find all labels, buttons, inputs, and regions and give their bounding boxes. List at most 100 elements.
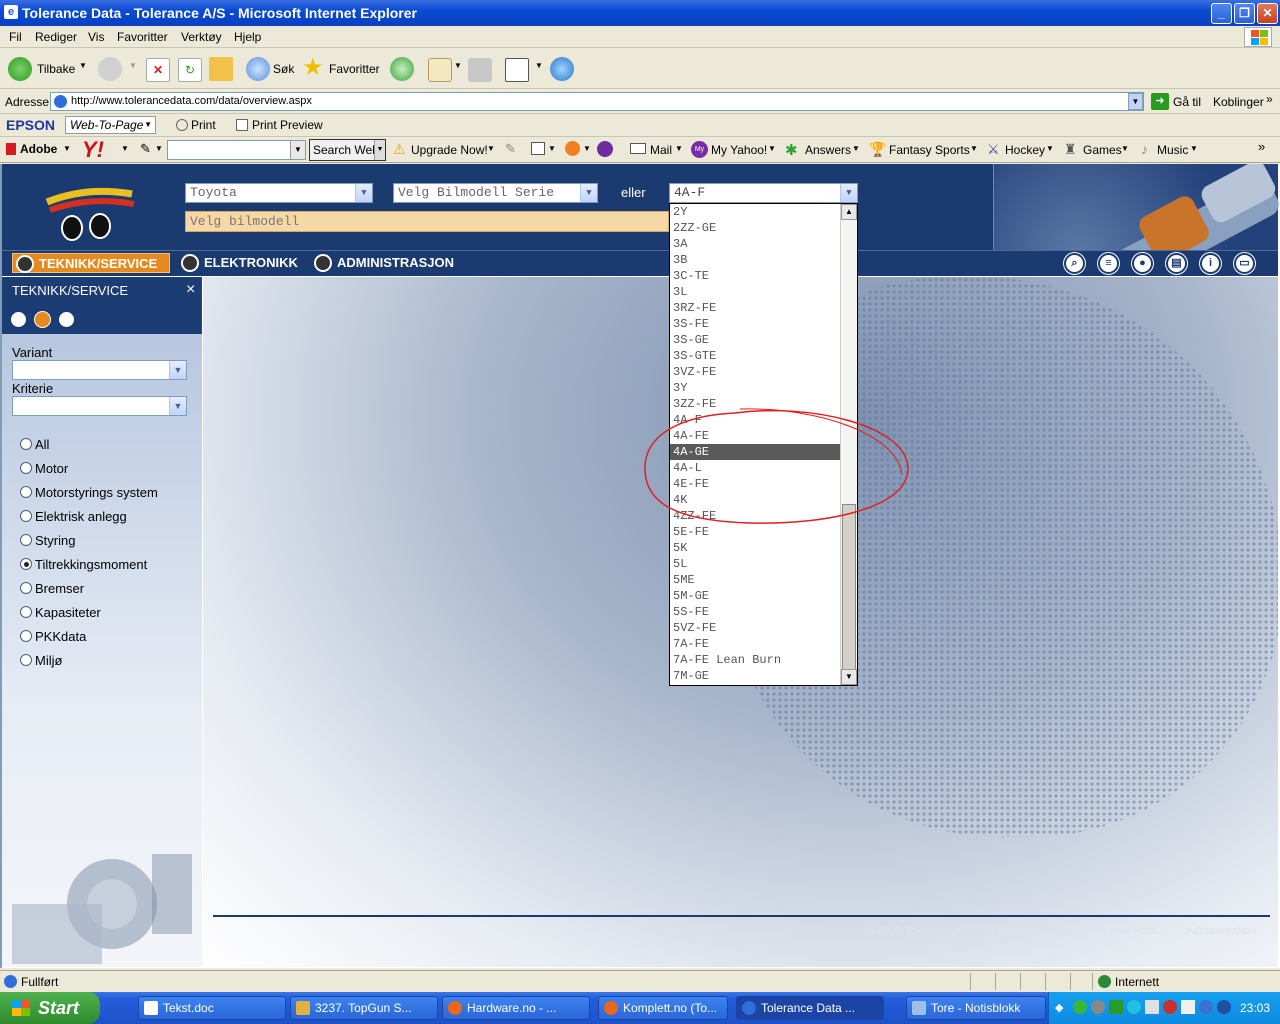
adobe-dropdown-icon[interactable]: ▼ <box>63 144 71 153</box>
maximize-button[interactable]: ❐ <box>1234 3 1255 24</box>
hockey-button[interactable]: Hockey <box>1005 143 1045 157</box>
search-web-button[interactable]: Search Web ▼ <box>309 139 386 161</box>
menu-tools[interactable]: Verktøy <box>181 30 222 44</box>
radio-option[interactable] <box>20 606 32 618</box>
refresh-icon[interactable]: ↻ <box>178 58 202 82</box>
adobe-button[interactable]: Adobe <box>20 142 57 156</box>
back-arrow-icon[interactable] <box>8 57 32 81</box>
criteria-select[interactable]: ▼ <box>12 396 187 416</box>
sidebar-close-icon[interactable]: × <box>186 281 195 299</box>
dropdown-option[interactable]: 3A <box>670 236 841 252</box>
yahoo-dropdown-icon[interactable]: ▼ <box>121 144 129 153</box>
document-icon[interactable]: ≡ <box>1098 253 1119 274</box>
pencil-icon[interactable]: ✎ <box>140 141 151 157</box>
menu-file[interactable]: Fil <box>9 30 22 44</box>
mail-icon[interactable] <box>428 58 452 82</box>
dropdown-option[interactable]: 3L <box>670 284 841 300</box>
answers-button[interactable]: Answers <box>805 143 851 157</box>
search-history-dropdown-icon[interactable]: ▼ <box>290 141 305 159</box>
back-label[interactable]: Tilbake <box>37 62 75 76</box>
print-icon[interactable]: ▤ <box>1166 253 1187 274</box>
radio-option[interactable] <box>20 486 32 498</box>
logout-icon[interactable]: ▭ <box>1234 253 1255 274</box>
tab-administrasjon[interactable]: ADMINISTRASJON <box>311 253 465 273</box>
dropdown-option[interactable]: 5VZ-FE <box>670 620 841 636</box>
web-to-page-button[interactable]: Web-To-Page ▼ <box>65 116 156 134</box>
task-notepad[interactable]: Tore - Notisblokk <box>906 996 1046 1020</box>
legal-notice-link[interactable]: Legal notis <box>1103 925 1156 937</box>
manual-icon[interactable] <box>10 311 27 328</box>
search-icon[interactable]: ⌕ <box>1064 253 1085 274</box>
radio-option-label[interactable]: Bremser <box>35 581 84 596</box>
music-dropdown-icon[interactable]: ▼ <box>1190 144 1198 153</box>
upgrade-now-button[interactable]: Upgrade Now! <box>411 143 488 157</box>
mail-dropdown-icon[interactable]: ▼ <box>454 61 462 70</box>
dropdown-option[interactable]: 5K <box>670 540 841 556</box>
radio-option[interactable] <box>20 438 32 450</box>
tab-elektronikk[interactable]: ELEKTRONIKK <box>178 253 302 273</box>
book-icon[interactable] <box>34 311 51 328</box>
dropdown-option[interactable]: 3S-GTE <box>670 348 841 364</box>
calendar-icon[interactable] <box>531 142 545 155</box>
dropdown-option[interactable]: 3S-GE <box>670 332 841 348</box>
radio-option[interactable] <box>20 630 32 642</box>
model-series-select[interactable]: Velg Bilmodell Serie ▼ <box>393 183 598 203</box>
my-yahoo-dropdown-icon[interactable]: ▼ <box>768 144 776 153</box>
calendar-dropdown-icon[interactable]: ▼ <box>548 144 556 153</box>
dropdown-option[interactable]: 3VZ-FE <box>670 364 841 380</box>
location-pin-icon[interactable]: ● <box>1132 253 1153 274</box>
info-icon[interactable]: i <box>1200 253 1221 274</box>
engine-code-select[interactable]: 4A-F ▼ <box>669 183 858 203</box>
radio-option[interactable] <box>20 534 32 546</box>
address-dropdown-icon[interactable]: ▼ <box>1128 93 1143 110</box>
messenger-icon[interactable] <box>550 57 574 81</box>
fantasy-sports-button[interactable]: Fantasy Sports <box>889 143 970 157</box>
yahoo-search-input[interactable]: ▼ <box>167 140 306 160</box>
highlighter-icon[interactable]: ✎ <box>505 141 516 157</box>
close-button[interactable]: ✕ <box>1257 3 1278 24</box>
tray-app-icon[interactable] <box>1109 1000 1123 1014</box>
scroll-up-icon[interactable]: ▲ <box>841 204 857 220</box>
mail-dropdown-icon[interactable]: ▼ <box>675 144 683 153</box>
dropdown-option[interactable]: 3C-TE <box>670 268 841 284</box>
radio-option[interactable] <box>20 510 32 522</box>
dropdown-option[interactable]: 3Y <box>670 380 841 396</box>
radio-option[interactable] <box>20 462 32 474</box>
chevron-right-icon[interactable]: » <box>1266 92 1273 106</box>
dropdown-option[interactable]: 3B <box>670 252 841 268</box>
games-dropdown-icon[interactable]: ▼ <box>1121 144 1129 153</box>
tolerance-logo[interactable] <box>2 164 182 250</box>
dropdown-option[interactable]: 7M-GE <box>670 668 841 684</box>
forward-dropdown-icon[interactable]: ▼ <box>129 61 137 70</box>
steam-icon[interactable] <box>1091 1000 1105 1014</box>
task-komplett[interactable]: Komplett.no (To... <box>598 996 728 1020</box>
radio-option-label[interactable]: Tiltrekkingsmoment <box>35 557 147 572</box>
my-yahoo-button[interactable]: My Yahoo! <box>711 143 767 157</box>
menu-help[interactable]: Hjelp <box>234 30 261 44</box>
tray-app-icon[interactable] <box>1181 1000 1195 1014</box>
back-dropdown-icon[interactable]: ▼ <box>79 61 87 70</box>
radio-option-label[interactable]: Elektrisk anlegg <box>35 509 127 524</box>
network-icon[interactable] <box>1127 1000 1141 1014</box>
minimize-button[interactable]: _ <box>1211 3 1232 24</box>
radio-option[interactable] <box>20 582 32 594</box>
menu-edit[interactable]: Rediger <box>35 30 77 44</box>
radio-option-label[interactable]: Motor <box>35 461 68 476</box>
radio-option-label[interactable]: Miljø <box>35 653 62 668</box>
dropdown-option[interactable]: 7A-FE <box>670 636 841 652</box>
music-button[interactable]: Music <box>1157 143 1188 157</box>
radio-option-label[interactable]: PKKdata <box>35 629 86 644</box>
menu-view[interactable]: Vis <box>88 30 104 44</box>
radio-option-label[interactable]: Kapasiteter <box>35 605 101 620</box>
address-input[interactable]: http://www.tolerancedata.com/data/overvi… <box>50 92 1144 111</box>
dropdown-option[interactable]: 5L <box>670 556 841 572</box>
dropdown-option[interactable]: 7A-FE Lean Burn <box>670 652 841 668</box>
task-word-doc[interactable]: Tekst.doc <box>138 996 286 1020</box>
radio-option-label[interactable]: Motorstyrings system <box>35 485 158 500</box>
search-icon[interactable] <box>246 57 270 81</box>
tray-app-icon[interactable] <box>1217 1000 1231 1014</box>
task-topgun[interactable]: 3237. TopGun S... <box>290 996 438 1020</box>
go-arrow-icon[interactable]: ➜ <box>1151 93 1169 110</box>
fantasy-dropdown-icon[interactable]: ▼ <box>970 144 978 153</box>
home-icon[interactable] <box>209 57 233 81</box>
